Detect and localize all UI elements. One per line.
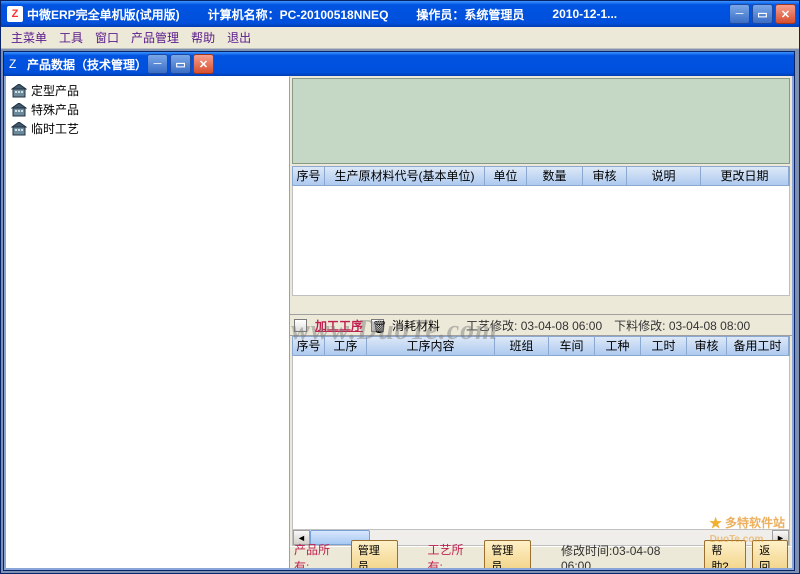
process-owner-label: 工艺所有:: [428, 541, 479, 571]
inner-minimize-button[interactable]: ─: [147, 54, 168, 74]
col2-process[interactable]: 工序: [325, 337, 367, 355]
col2-content[interactable]: 工序内容: [367, 337, 495, 355]
preview-box: [292, 78, 790, 164]
menu-bar: 主菜单 工具 窗口 产品管理 帮助 退出: [1, 27, 799, 49]
grid-icon: [294, 319, 307, 332]
maximize-button[interactable]: ▭: [752, 4, 773, 24]
col2-seq[interactable]: 序号: [293, 337, 325, 355]
tab-process-label: 加工工序: [315, 317, 363, 334]
tab-consume-material[interactable]: 消耗材料: [386, 316, 446, 335]
building-icon: [11, 84, 27, 98]
inner-title-bar: Z 产品数据（技术管理） ─ ▭ ✕: [4, 52, 794, 76]
col-desc[interactable]: 说明: [627, 167, 701, 185]
cut-mod-label: 下料修改: 03-04-08 08:00: [614, 317, 750, 334]
tree-item-label: 临时工艺: [31, 120, 79, 137]
tree-item[interactable]: 临时工艺: [7, 119, 289, 138]
main-title-bar: Z 中微ERP完全单机版(试用版) 计算机名称：PC-20100518NNEQ …: [1, 1, 799, 27]
building-icon: [11, 103, 27, 117]
trash-icon: 🗑: [371, 319, 384, 332]
inner-maximize-button[interactable]: ▭: [170, 54, 191, 74]
minimize-button[interactable]: ─: [729, 4, 750, 24]
menu-tools[interactable]: 工具: [53, 27, 89, 48]
inner-app-icon: Z: [9, 57, 23, 71]
right-panel: 序号 生产原材料代号(基本单位) 单位 数量 审核 说明 更改日期: [290, 76, 792, 568]
main-window: Z 中微ERP完全单机版(试用版) 计算机名称：PC-20100518NNEQ …: [0, 0, 800, 574]
modify-time-label: 修改时间:03-04-08 06:00: [561, 542, 692, 570]
col2-workshop[interactable]: 车间: [549, 337, 595, 355]
col-seq[interactable]: 序号: [293, 167, 325, 185]
col-changedate[interactable]: 更改日期: [701, 167, 789, 185]
lower-table-header: 序号 工序 工序内容 班组 车间 工种 工时 审核 备用工时: [292, 336, 790, 356]
menu-product-manage[interactable]: 产品管理: [125, 27, 185, 48]
window-controls: ─ ▭ ✕: [729, 4, 796, 24]
inner-close-button[interactable]: ✕: [193, 54, 214, 74]
tree-item-label: 特殊产品: [31, 101, 79, 118]
date-label: 2010-12-1...: [552, 7, 617, 21]
col-qty[interactable]: 数量: [527, 167, 583, 185]
tree-item-label: 定型产品: [31, 82, 79, 99]
col2-hours[interactable]: 工时: [641, 337, 687, 355]
menu-help[interactable]: 帮助: [185, 27, 221, 48]
process-mod-label: 工艺修改: 03-04-08 06:00: [466, 317, 602, 334]
inner-window: Z 产品数据（技术管理） ─ ▭ ✕ 定型产品: [3, 51, 795, 571]
product-owner-badge[interactable]: 管理员: [351, 540, 398, 571]
back-button[interactable]: 返回: [752, 540, 788, 571]
tree-item[interactable]: 特殊产品: [7, 100, 289, 119]
inner-title-text: 产品数据（技术管理）: [27, 56, 147, 73]
operator-label: 操作员：系统管理员: [416, 6, 524, 23]
upper-table-body[interactable]: [292, 186, 790, 296]
menu-window[interactable]: 窗口: [89, 27, 125, 48]
detail-tab-bar: 加工工序 🗑 消耗材料 工艺修改: 03-04-08 06:00 下料修改: 0…: [290, 314, 792, 336]
menu-main[interactable]: 主菜单: [5, 27, 53, 48]
upper-table-header: 序号 生产原材料代号(基本单位) 单位 数量 审核 说明 更改日期: [292, 166, 790, 186]
help-button[interactable]: 帮助?: [704, 540, 746, 571]
col-material[interactable]: 生产原材料代号(基本单位): [325, 167, 485, 185]
lower-table-body[interactable]: [292, 356, 790, 529]
lower-table-area: 序号 工序 工序内容 班组 车间 工种 工时 审核 备用工时 ◄: [292, 336, 790, 546]
col2-audit[interactable]: 审核: [687, 337, 727, 355]
status-bar: 产品所有: 管理员 工艺所有: 管理员 修改时间:03-04-08 06:00 …: [290, 546, 792, 568]
process-owner-badge[interactable]: 管理员: [484, 540, 531, 571]
computer-name-label: 计算机名称：PC-20100518NNEQ: [208, 6, 389, 23]
product-owner-label: 产品所有:: [294, 541, 345, 571]
col-audit[interactable]: 审核: [583, 167, 627, 185]
tab-process[interactable]: 加工工序: [309, 316, 369, 335]
building-icon: [11, 122, 27, 136]
col2-team[interactable]: 班组: [495, 337, 549, 355]
app-icon: Z: [7, 6, 23, 22]
tab-consume-label: 消耗材料: [392, 317, 440, 334]
product-tree[interactable]: 定型产品 特殊产品 临时工艺: [6, 76, 290, 568]
inner-window-controls: ─ ▭ ✕: [147, 54, 214, 74]
close-button[interactable]: ✕: [775, 4, 796, 24]
menu-exit[interactable]: 退出: [221, 27, 257, 48]
col2-sparehours[interactable]: 备用工时: [727, 337, 789, 355]
app-title: 中微ERP完全单机版(试用版): [27, 6, 180, 23]
col-unit[interactable]: 单位: [485, 167, 527, 185]
tree-item[interactable]: 定型产品: [7, 81, 289, 100]
mdi-workspace: Z 产品数据（技术管理） ─ ▭ ✕ 定型产品: [1, 49, 799, 573]
col2-worktype[interactable]: 工种: [595, 337, 641, 355]
inner-body: 定型产品 特殊产品 临时工艺 序号: [4, 76, 794, 570]
